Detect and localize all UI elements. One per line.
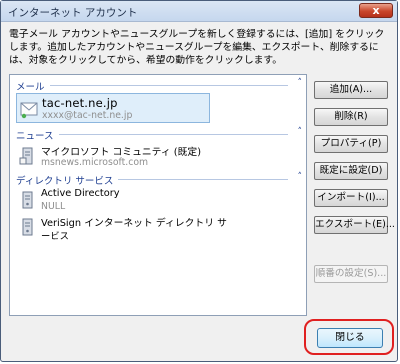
set-default-button[interactable]: 既定に設定(D) [314, 162, 388, 180]
set-order-button[interactable]: 順番の設定(S)... [314, 265, 388, 283]
news-server-icon [19, 146, 37, 166]
group-label-mail: メール [16, 79, 50, 93]
list-item-news-account[interactable]: マイクロソフト コミュニティ (既定) msnews.microsoft.com [16, 141, 302, 171]
directory-server-icon [19, 217, 37, 237]
add-button[interactable]: 追加(A)... [314, 81, 388, 99]
title-bar: インターネット アカウント x [1, 1, 397, 22]
group-header-directory[interactable]: ディレクトリ サービス ˄ [16, 172, 303, 187]
export-button[interactable]: エクスポート(E)... [314, 216, 395, 234]
properties-button[interactable]: プロパティ(P) [314, 135, 388, 153]
account-name: VeriSign インターネット ディレクトリ サ [41, 218, 227, 229]
window-title: インターネット アカウント [8, 7, 138, 19]
collapse-chevron-icon[interactable]: ˄ [298, 127, 303, 137]
account-detail: NULL [41, 201, 66, 212]
list-item-directory-service[interactable]: VeriSign インターネット ディレクトリ サ ービス [16, 212, 302, 242]
account-address: xxxx@tac-net.ne.jp [42, 110, 133, 121]
collapse-chevron-icon[interactable]: ˄ [298, 172, 303, 182]
collapse-chevron-icon[interactable]: ˄ [298, 78, 303, 88]
list-item-directory-service[interactable]: Active Directory NULL [16, 185, 302, 215]
directory-server-icon [19, 190, 37, 210]
group-header-news[interactable]: ニュース ˄ [16, 127, 303, 142]
account-server: msnews.microsoft.com [41, 157, 149, 168]
list-item-mail-account[interactable]: tac-net.ne.jp xxxx@tac-net.ne.jp [16, 93, 210, 123]
group-header-mail[interactable]: メール ˄ [16, 78, 303, 93]
group-label-news: ニュース [16, 128, 59, 142]
account-name: マイクロソフト コミュニティ (既定) [41, 147, 202, 158]
group-divider [16, 85, 288, 86]
import-button[interactable]: インポート(I)... [314, 189, 388, 207]
account-name: tac-net.ne.jp [42, 96, 118, 110]
accounts-list[interactable]: メール ˄ tac-net.ne.jp xxxx@tac-net.ne.jp ニ… [9, 74, 307, 316]
window-close-button[interactable]: x [359, 3, 393, 18]
internet-accounts-dialog: インターネット アカウント x 電子メール アカウントやニュースグループを新しく… [0, 0, 398, 362]
account-name-continued: ービス [41, 231, 69, 242]
group-label-directory: ディレクトリ サービス [16, 173, 119, 187]
remove-button[interactable]: 削除(R) [314, 108, 388, 126]
account-name: Active Directory [41, 188, 120, 199]
instructions-text: 電子メール アカウントやニュースグループを新しく登録するには、[追加] をクリッ… [9, 29, 385, 66]
close-button[interactable]: 閉じる [317, 328, 383, 348]
mail-account-icon [20, 99, 38, 119]
close-button-highlight: 閉じる [304, 319, 394, 355]
